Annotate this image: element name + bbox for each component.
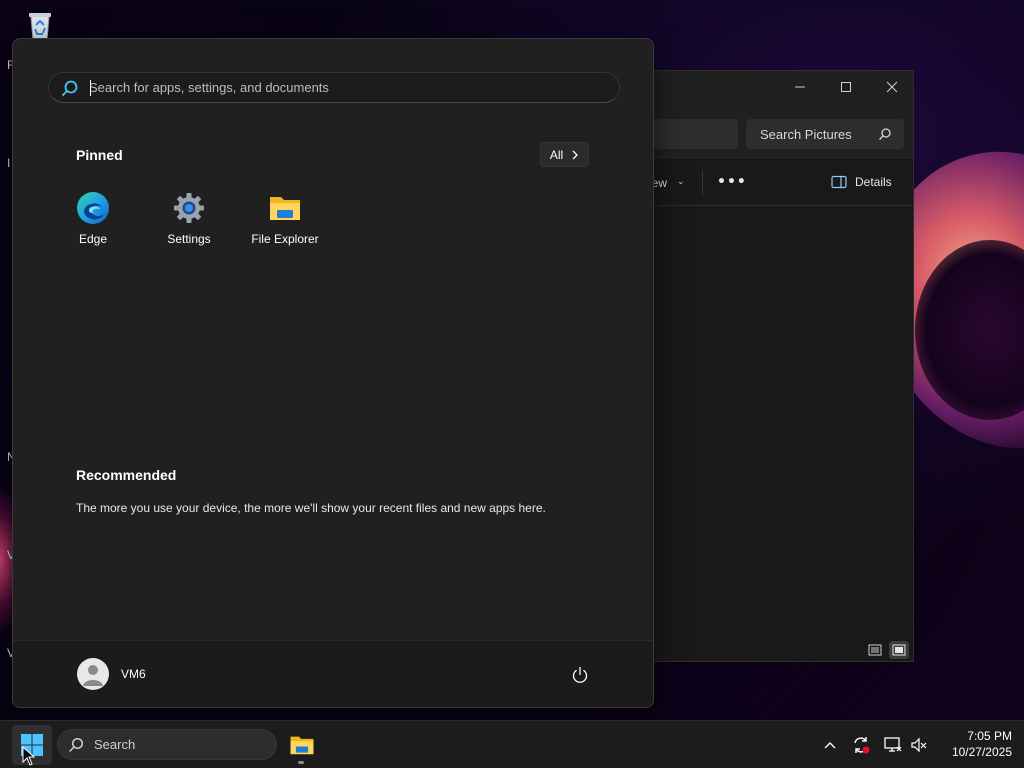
maximize-button[interactable]: [831, 75, 861, 99]
show-hidden-icons-button[interactable]: [820, 735, 840, 755]
network-icon: [884, 737, 902, 752]
search-icon: [879, 128, 891, 140]
file-explorer-icon: [270, 197, 300, 220]
toolbar-divider: [702, 171, 703, 195]
all-apps-button[interactable]: All: [540, 142, 589, 167]
minimize-button[interactable]: [785, 75, 815, 99]
chevron-right-icon: [572, 150, 579, 159]
file-explorer-icon: [290, 736, 314, 755]
user-icon: [83, 665, 103, 686]
start-search-input[interactable]: [89, 80, 589, 95]
explorer-search-placeholder: Search Pictures: [760, 126, 852, 142]
desktop-label-fragment: I: [7, 156, 11, 170]
mouse-pointer-icon: [22, 746, 36, 766]
system-clock[interactable]: 7:05 PM 10/27/2025: [936, 728, 1012, 760]
taskbar-search-label: Search: [94, 737, 136, 752]
all-apps-label: All: [549, 147, 564, 162]
start-menu: Pinned All Edge: [12, 38, 654, 708]
pinned-heading: Pinned: [76, 147, 123, 163]
chevron-up-icon: [824, 742, 836, 749]
taskbar-file-explorer[interactable]: [282, 725, 322, 765]
user-name: VM6: [121, 667, 146, 681]
power-icon: [572, 666, 588, 683]
chevron-down-icon: ⌄: [677, 177, 685, 187]
large-icons-view-icon: [892, 644, 906, 656]
power-button[interactable]: [566, 661, 594, 689]
sync-status-button[interactable]: [851, 735, 871, 755]
pinned-app-edge[interactable]: Edge: [45, 189, 141, 259]
clock-time: 7:05 PM: [967, 729, 1012, 743]
explorer-search-box[interactable]: Search Pictures: [746, 119, 904, 149]
pinned-app-file-explorer[interactable]: File Explorer: [237, 189, 333, 259]
start-menu-footer: VM6: [13, 640, 653, 707]
pinned-app-label: File Explorer: [251, 232, 319, 246]
close-button[interactable]: [877, 75, 907, 99]
pinned-app-settings[interactable]: Settings: [141, 189, 237, 259]
settings-icon: [174, 193, 204, 223]
details-view-button[interactable]: [865, 641, 885, 659]
clock-date: 10/27/2025: [951, 745, 1012, 759]
start-search-box[interactable]: [48, 72, 620, 103]
search-icon: [69, 737, 84, 752]
details-pane-icon: [831, 175, 847, 189]
pinned-app-label: Edge: [78, 232, 108, 246]
text-cursor: [90, 80, 91, 96]
pinned-app-label: Settings: [167, 232, 211, 246]
maximize-icon: [841, 82, 851, 92]
recommended-heading: Recommended: [76, 467, 177, 483]
taskbar: Search 7:05 PM 10/27/2025: [0, 720, 1024, 768]
list-view-icon: [868, 644, 882, 656]
edge-icon: [77, 192, 109, 224]
taskbar-search-box[interactable]: Search: [57, 729, 277, 760]
close-icon: [886, 81, 898, 93]
search-icon: [62, 80, 78, 96]
volume-button[interactable]: [909, 735, 929, 755]
view-mode-switcher: [865, 641, 909, 659]
user-account-button[interactable]: VM6: [71, 655, 152, 693]
volume-muted-icon: [911, 737, 927, 753]
avatar: [77, 658, 109, 690]
large-icons-view-button[interactable]: [889, 641, 909, 659]
recommended-empty-message: The more you use your device, the more w…: [76, 501, 546, 515]
more-options-button[interactable]: •••: [717, 174, 747, 190]
minimize-icon: [795, 86, 805, 88]
network-button[interactable]: [883, 735, 903, 755]
running-indicator: [298, 761, 304, 764]
details-pane-button[interactable]: Details: [831, 175, 892, 189]
details-label: Details: [855, 175, 892, 189]
sync-icon: [854, 737, 870, 754]
